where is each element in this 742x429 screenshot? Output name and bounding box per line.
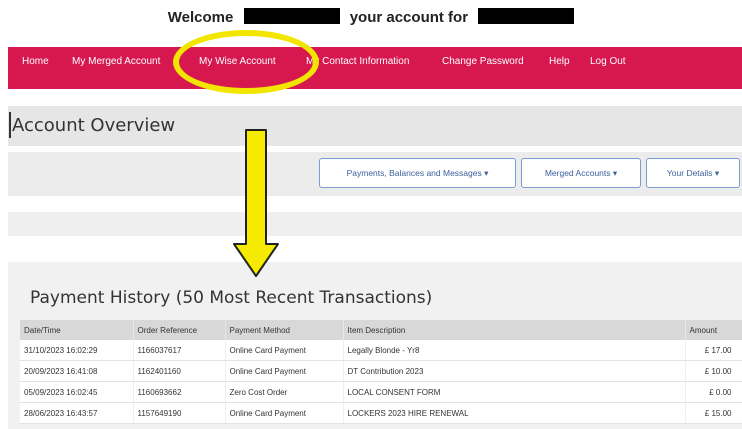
welcome-middle: your account for [349,9,469,26]
nav-log-out[interactable]: Log Out [590,47,626,81]
chevron-down-icon: ▾ [484,168,489,178]
redacted-name [243,8,340,24]
amount-cell: £ 15.00 [685,402,742,424]
order-ref-cell: 1166037617 [133,340,226,361]
table-row: 28/06/2023 16:43:57 1157649190 Online Ca… [20,402,742,424]
table-row: 31/10/2023 16:02:29 1166037617 Online Ca… [20,340,742,361]
amount-cell: £ 0.00 [685,381,742,403]
payment-history-panel: Payment History (50 Most Recent Transact… [8,262,742,429]
nav-change-password[interactable]: Change Password [442,47,524,81]
nav-my-contact-information[interactable]: My Contact Information [306,47,409,81]
payment-method-cell: Online Card Payment [225,402,344,424]
item-description-cell: LOCKERS 2023 HIRE RENEWAL [343,402,686,424]
welcome-prefix: Welcome [167,9,234,26]
date-cell: 20/09/2023 16:41:08 [20,360,134,382]
payment-history-table: Date/Time Order Reference Payment Method… [20,320,742,424]
your-details-dropdown[interactable]: Your Details ▾ [646,158,740,188]
table-row: 20/09/2023 16:41:08 1162401160 Online Ca… [20,360,742,382]
date-cell: 05/09/2023 16:02:45 [20,381,134,403]
item-description-cell: LOCAL CONSENT FORM [343,381,686,403]
payments-dropdown-label: Payments, Balances and Messages [346,168,482,178]
action-button-bar: Payments, Balances and Messages ▾ Merged… [8,152,742,196]
down-arrow-annotation-icon [233,129,279,277]
table-header-row: Date/Time Order Reference Payment Method… [20,320,742,340]
date-cell: 28/06/2023 16:43:57 [20,402,134,424]
payment-method-cell: Online Card Payment [225,360,344,382]
main-navigation: Home My Merged Account My Wise Account M… [8,47,742,89]
nav-help[interactable]: Help [549,47,570,81]
column-header: Payment Method [225,320,344,340]
item-description-cell: Legally Blonde - Yr8 [343,340,686,361]
chevron-down-icon: ▾ [714,168,720,178]
nav-my-merged-account[interactable]: My Merged Account [72,47,160,81]
payment-method-cell: Online Card Payment [225,340,344,361]
table-row: 05/09/2023 16:02:45 1160693662 Zero Cost… [20,381,742,403]
chevron-down-icon: ▾ [612,168,618,178]
details-dropdown-label: Your Details [666,168,713,178]
column-header: Date/Time [20,320,134,340]
account-overview-header: Account Overview [8,106,742,146]
amount-cell: £ 10.00 [685,360,742,382]
column-header: Order Reference [133,320,226,340]
redacted-account [478,8,575,24]
column-header: Item Description [343,320,686,340]
page-title: Account Overview [12,115,176,136]
payments-balances-messages-dropdown[interactable]: Payments, Balances and Messages ▾ [319,158,516,188]
payment-history-title: Payment History (50 Most Recent Transact… [30,288,433,308]
order-ref-cell: 1157649190 [133,402,226,424]
order-ref-cell: 1162401160 [133,360,226,382]
nav-home[interactable]: Home [22,47,49,81]
column-header: Amount [685,320,742,340]
payment-method-cell: Zero Cost Order [225,381,344,403]
order-ref-cell: 1160693662 [133,381,226,403]
merged-accounts-dropdown[interactable]: Merged Accounts ▾ [521,158,641,188]
nav-my-wise-account[interactable]: My Wise Account [199,47,276,81]
merged-dropdown-label: Merged Accounts [544,168,611,178]
welcome-banner: Welcome your account for [0,8,742,26]
text-cursor [9,112,11,138]
amount-cell: £ 17.00 [685,340,742,361]
item-description-cell: DT Contribution 2023 [343,360,686,382]
empty-section [8,212,742,236]
date-cell: 31/10/2023 16:02:29 [20,340,134,361]
